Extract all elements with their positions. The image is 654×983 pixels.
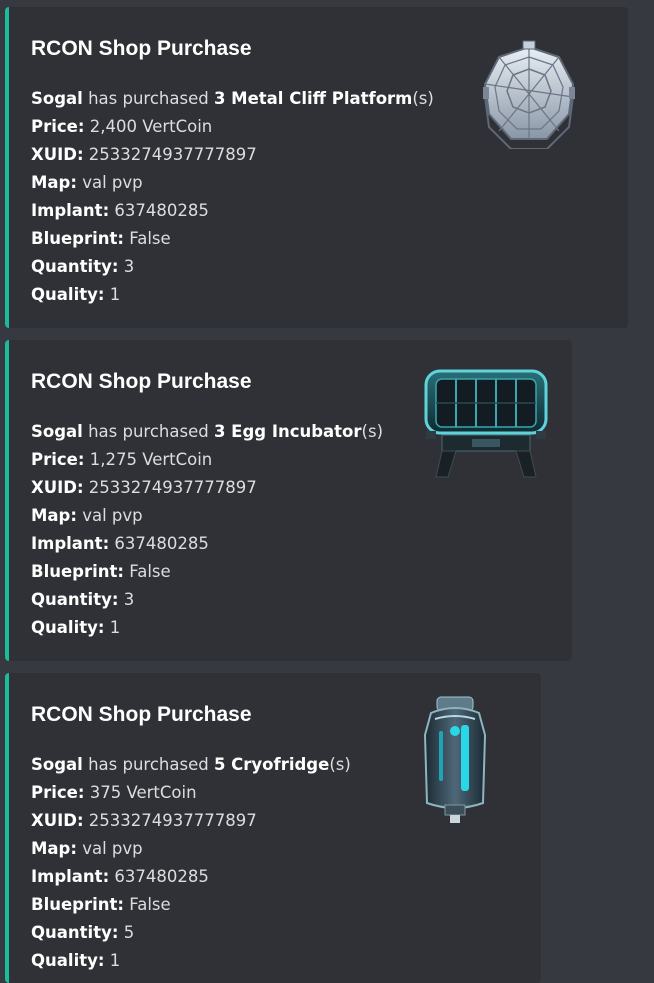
player-name: Sogal <box>31 89 83 108</box>
field-blueprint: Blueprint: False <box>31 225 434 253</box>
player-name: Sogal <box>31 755 83 774</box>
field-label: Quantity: <box>31 590 119 609</box>
field-label: Implant: <box>31 201 110 220</box>
player-name: Sogal <box>31 422 83 441</box>
field-value: 637480285 <box>109 867 209 886</box>
field-value: 3 <box>118 590 135 609</box>
field-implant: Implant: 637480285 <box>31 197 434 225</box>
purchase-line: Sogal has purchased 3 Egg Incubator(s) <box>31 418 383 446</box>
embed-title: RCON Shop Purchase <box>31 703 252 726</box>
field-value: 1,275 VertCoin <box>84 450 213 469</box>
field-label: Blueprint: <box>31 895 125 914</box>
field-xuid: XUID: 2533274937777897 <box>31 807 351 835</box>
field-map: Map: val pvp <box>31 169 434 197</box>
field-value: 637480285 <box>109 534 209 553</box>
field-value: 2,400 VertCoin <box>84 117 213 136</box>
field-price: Price: 2,400 VertCoin <box>31 113 434 141</box>
field-price: Price: 1,275 VertCoin <box>31 446 383 474</box>
field-quality: Quality: 1 <box>31 614 383 642</box>
purchase-line: Sogal has purchased 5 Cryofridge(s) <box>31 751 351 779</box>
field-value: 1 <box>104 618 121 637</box>
item-name: 3 Egg Incubator <box>213 422 362 441</box>
embed-description: Sogal has purchased 3 Metal Cliff Platfo… <box>31 85 434 309</box>
field-label: Price: <box>31 117 85 136</box>
embed-title: RCON Shop Purchase <box>31 370 252 393</box>
field-label: Quality: <box>31 951 105 970</box>
metal-cliff-platform-icon[interactable] <box>479 39 579 149</box>
field-quantity: Quantity: 3 <box>31 586 383 614</box>
purchase-embed-1: RCON Shop Purchase Sogal has purchased 3… <box>5 7 628 328</box>
field-value: 5 <box>118 923 135 942</box>
field-value: val pvp <box>76 173 143 192</box>
purchase-text: has purchased <box>82 89 214 108</box>
egg-incubator-icon[interactable] <box>422 365 550 487</box>
field-price: Price: 375 VertCoin <box>31 779 351 807</box>
field-label: Price: <box>31 450 85 469</box>
field-value: 3 <box>118 257 135 276</box>
field-label: XUID: <box>31 811 84 830</box>
field-label: XUID: <box>31 478 84 497</box>
purchase-text: has purchased <box>82 422 214 441</box>
field-value: 1 <box>104 285 121 304</box>
item-name: 3 Metal Cliff Platform <box>213 89 413 108</box>
field-label: Quantity: <box>31 923 119 942</box>
field-label: Implant: <box>31 867 110 886</box>
field-value: False <box>124 229 171 248</box>
field-value: 2533274937777897 <box>83 145 257 164</box>
field-value: val pvp <box>76 839 143 858</box>
field-value: 1 <box>104 951 121 970</box>
field-xuid: XUID: 2533274937777897 <box>31 474 383 502</box>
field-label: Map: <box>31 506 77 525</box>
item-suffix: (s) <box>329 755 351 774</box>
field-blueprint: Blueprint: False <box>31 891 351 919</box>
purchase-embed-3: RCON Shop Purchase Sogal has purchased 5… <box>5 673 541 983</box>
field-quality: Quality: 1 <box>31 947 351 975</box>
field-quantity: Quantity: 5 <box>31 919 351 947</box>
item-suffix: (s) <box>361 422 384 441</box>
field-value: False <box>124 562 171 581</box>
purchase-text: has purchased <box>82 755 214 774</box>
embed-description: Sogal has purchased 3 Egg Incubator(s) P… <box>31 418 383 642</box>
field-blueprint: Blueprint: False <box>31 558 383 586</box>
embed-title: RCON Shop Purchase <box>31 37 252 60</box>
field-label: Quantity: <box>31 257 119 276</box>
field-value: 375 VertCoin <box>84 783 197 802</box>
field-value: 637480285 <box>109 201 209 220</box>
item-suffix: (s) <box>412 89 434 108</box>
field-value: False <box>124 895 171 914</box>
field-label: Map: <box>31 173 77 192</box>
field-label: Implant: <box>31 534 110 553</box>
field-label: Blueprint: <box>31 229 125 248</box>
field-quality: Quality: 1 <box>31 281 434 309</box>
field-label: Blueprint: <box>31 562 125 581</box>
field-implant: Implant: 637480285 <box>31 530 383 558</box>
field-value: val pvp <box>76 506 143 525</box>
field-label: Quality: <box>31 285 105 304</box>
field-label: Quality: <box>31 618 105 637</box>
purchase-line: Sogal has purchased 3 Metal Cliff Platfo… <box>31 85 434 113</box>
field-label: Map: <box>31 839 77 858</box>
field-value: 2533274937777897 <box>83 811 257 830</box>
field-quantity: Quantity: 3 <box>31 253 434 281</box>
field-label: Price: <box>31 783 85 802</box>
field-map: Map: val pvp <box>31 502 383 530</box>
embed-description: Sogal has purchased 5 Cryofridge(s) Pric… <box>31 751 351 975</box>
field-value: 2533274937777897 <box>83 478 257 497</box>
field-map: Map: val pvp <box>31 835 351 863</box>
cryofridge-icon[interactable] <box>417 695 493 825</box>
field-label: XUID: <box>31 145 84 164</box>
item-name: 5 Cryofridge <box>213 755 330 774</box>
field-implant: Implant: 637480285 <box>31 863 351 891</box>
purchase-embed-2: RCON Shop Purchase Sogal has purchased 3… <box>5 340 572 661</box>
field-xuid: XUID: 2533274937777897 <box>31 141 434 169</box>
